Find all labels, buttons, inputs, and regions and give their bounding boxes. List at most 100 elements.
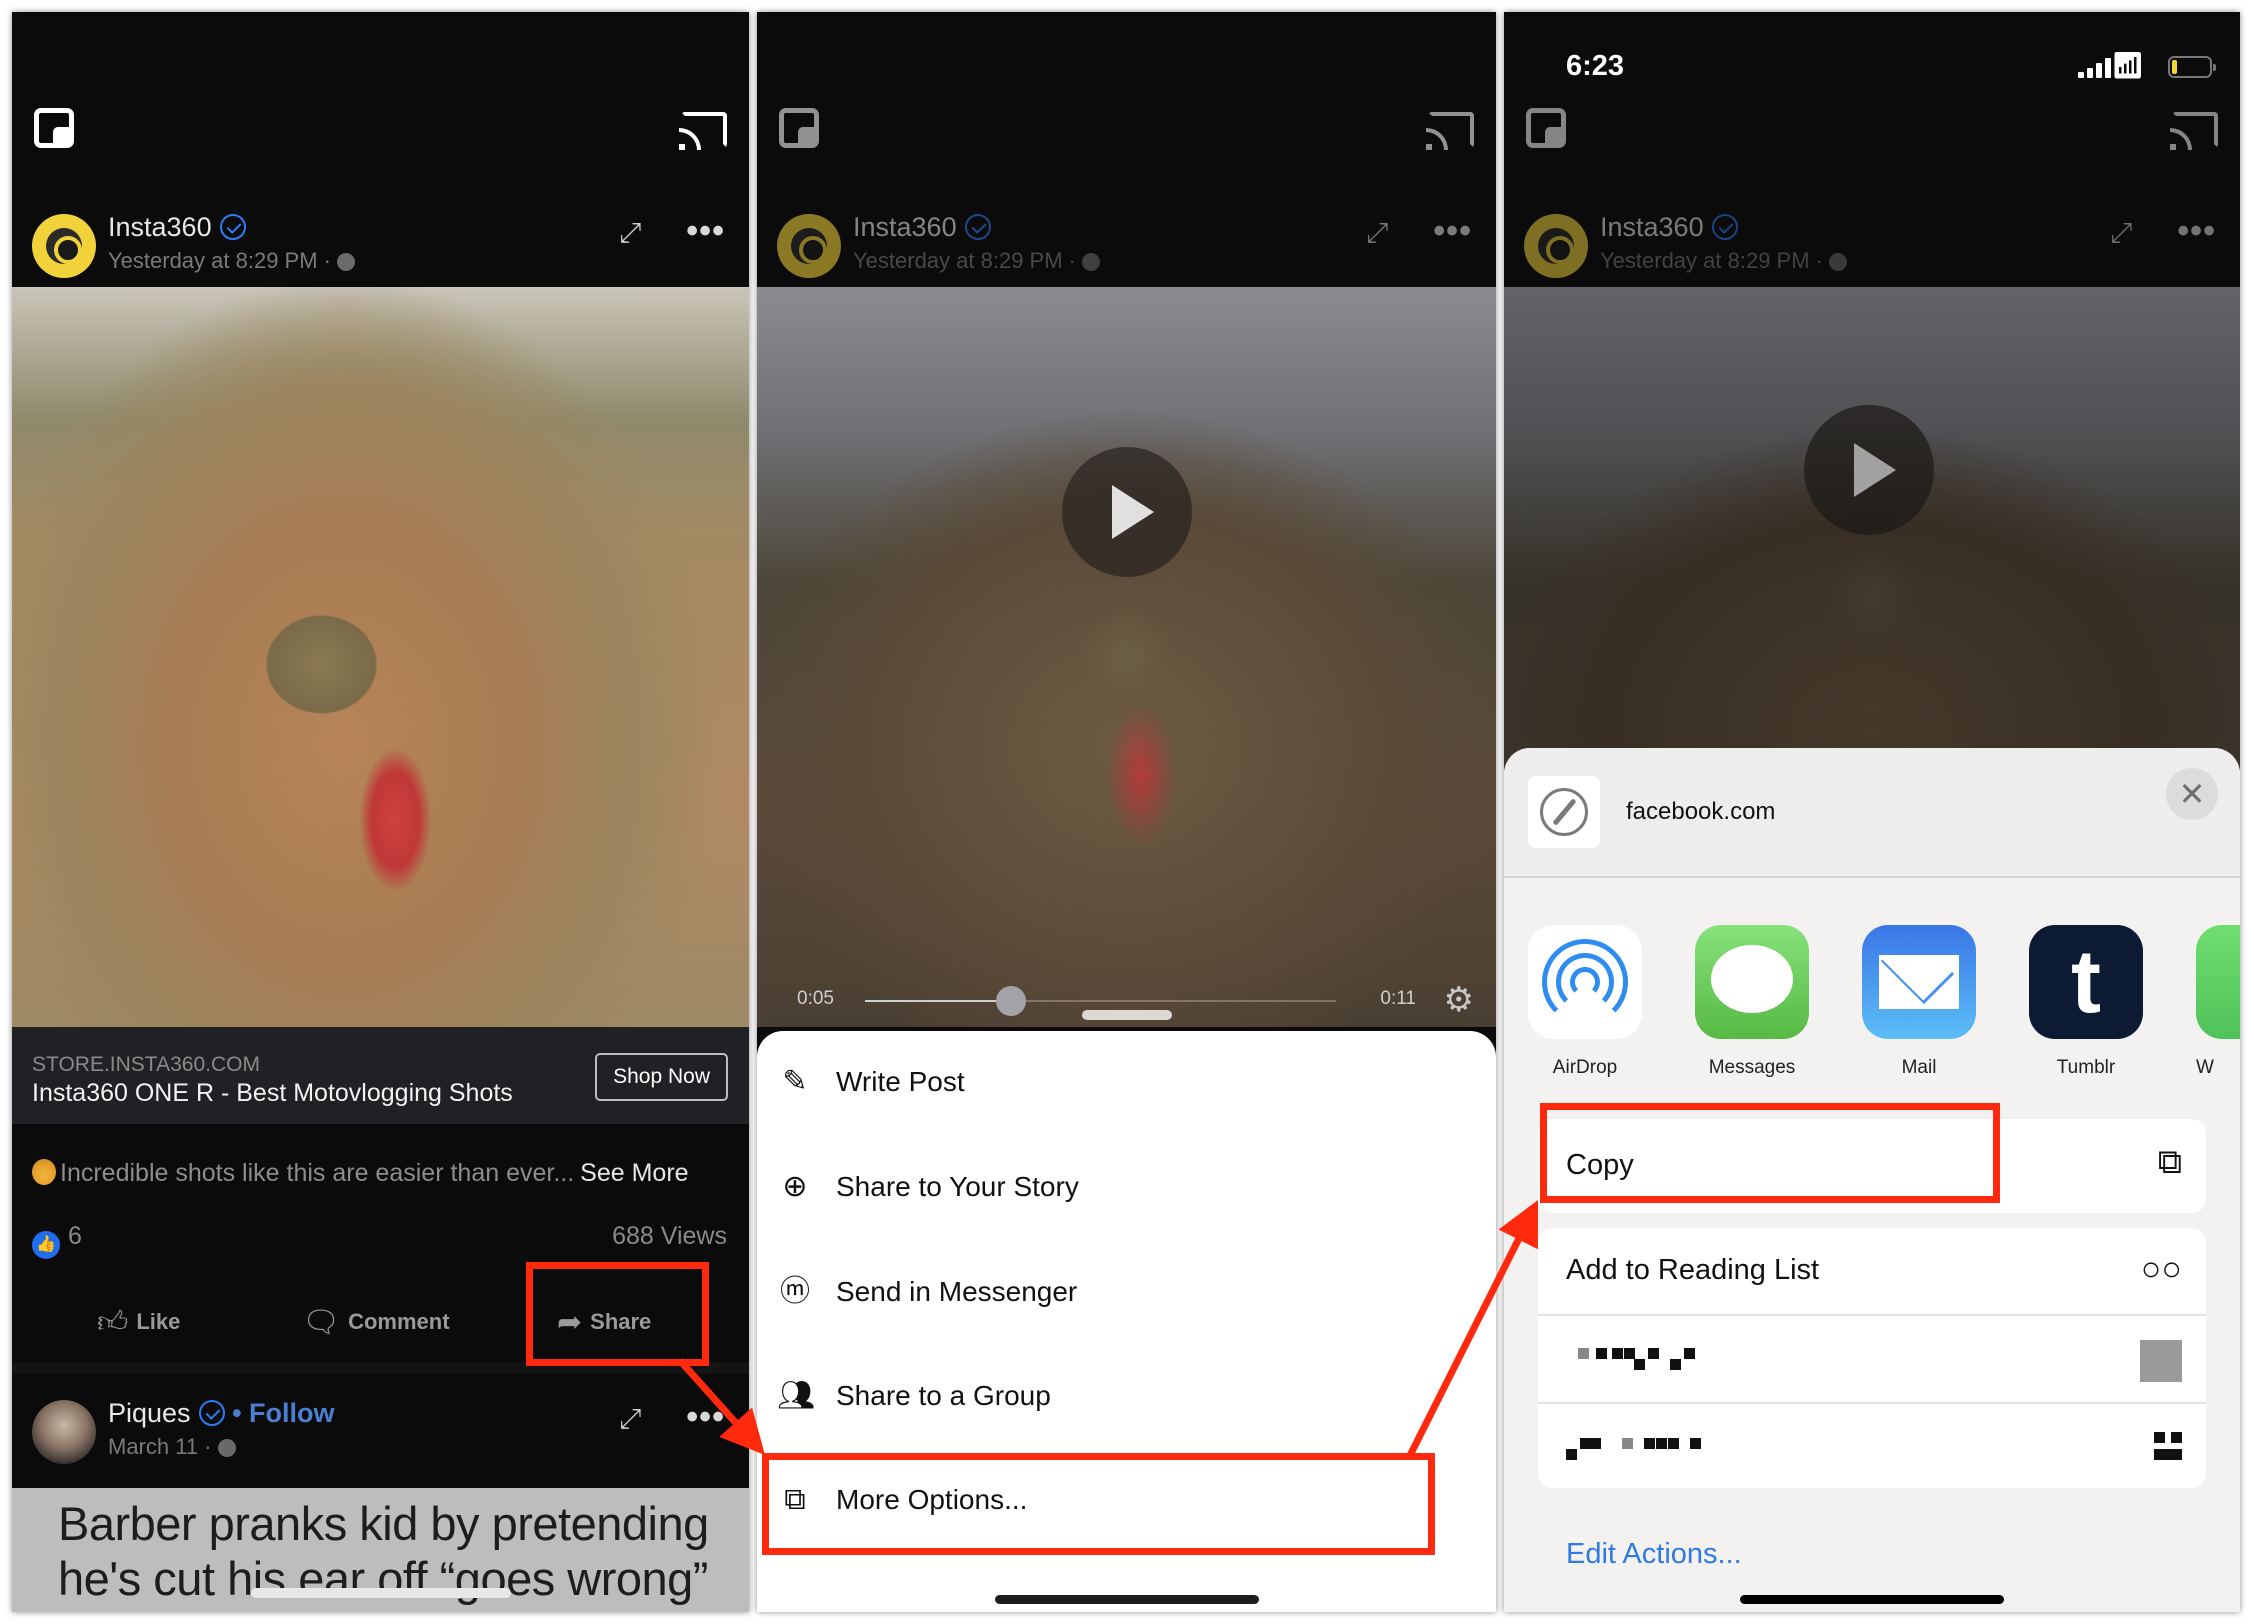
app-label: Messages bbox=[1708, 1057, 1796, 1078]
menu-item-share-to-story[interactable]: ⊕ Share to Your Story bbox=[757, 1151, 1496, 1221]
sheet-grabber[interactable] bbox=[1081, 1010, 1172, 1020]
post-author[interactable]: Insta360 bbox=[853, 212, 991, 243]
scrubber-handle[interactable] bbox=[996, 986, 1026, 1016]
wifi-icon: 📶︎ bbox=[2110, 50, 2144, 80]
globe-icon bbox=[336, 253, 355, 271]
picture-in-picture-icon[interactable] bbox=[779, 108, 819, 148]
more-horizontal-icon[interactable]: ••• bbox=[686, 212, 725, 251]
redacted-icon bbox=[2140, 1340, 2182, 1382]
menu-item-write-post[interactable]: ✎ Write Post bbox=[757, 1046, 1496, 1116]
safari-compass-icon bbox=[1540, 788, 1588, 836]
timestamp-text: Yesterday at 8:29 PM · bbox=[1600, 248, 1823, 273]
avatar[interactable] bbox=[1524, 214, 1588, 278]
redacted-label bbox=[1566, 1348, 1696, 1370]
menu-item-label: Share to a Group bbox=[836, 1380, 1051, 1411]
picture-in-picture-icon[interactable] bbox=[1526, 108, 1566, 148]
next-post-author-name[interactable]: Piques bbox=[108, 1398, 191, 1428]
post-author-name[interactable]: Insta360 bbox=[853, 212, 957, 242]
edit-actions-link[interactable]: Edit Actions... bbox=[1566, 1538, 1742, 1571]
post-author-name[interactable]: Insta360 bbox=[108, 212, 212, 242]
menu-item-label: Send in Messenger bbox=[836, 1276, 1078, 1307]
whatsapp-icon bbox=[2196, 925, 2240, 1039]
video-scrubber[interactable] bbox=[865, 986, 1336, 1016]
tumblr-icon: t bbox=[2029, 925, 2143, 1039]
next-post-author: Piques • Follow bbox=[108, 1398, 335, 1429]
share-app-airdrop[interactable]: AirDrop bbox=[1528, 925, 1642, 1079]
share-app-mail[interactable]: Mail bbox=[1862, 925, 1976, 1079]
play-button-icon[interactable] bbox=[1062, 447, 1192, 577]
post-author[interactable]: Insta360 bbox=[108, 212, 246, 243]
timestamp-text: Yesterday at 8:29 PM · bbox=[108, 248, 331, 273]
see-more-link[interactable]: See More bbox=[580, 1159, 688, 1187]
panel-ios-share-sheet: 6:23 📶︎ Insta360 Yesterday at 8:29 PM · … bbox=[1504, 12, 2240, 1612]
redacted-action-2[interactable] bbox=[1538, 1404, 2206, 1488]
comment-button[interactable]: 🗨︎ Comment bbox=[302, 1292, 450, 1352]
follow-link[interactable]: • Follow bbox=[232, 1398, 334, 1428]
like-label: Like bbox=[136, 1309, 181, 1334]
copy-documents-icon: ⧉ bbox=[2157, 1143, 2182, 1181]
timestamp-text: March 11 · bbox=[108, 1434, 212, 1459]
actions-card: Add to Reading List ○○ bbox=[1538, 1228, 2206, 1488]
verified-badge-icon bbox=[964, 214, 991, 240]
battery-level bbox=[2172, 60, 2178, 74]
avatar[interactable] bbox=[32, 1400, 96, 1464]
home-indicator[interactable] bbox=[994, 1595, 1259, 1604]
ad-domain: STORE.INSTA360.COM bbox=[32, 1053, 260, 1076]
comment-bubble-icon: 🗨︎ bbox=[302, 1306, 341, 1339]
messages-icon bbox=[1695, 925, 1809, 1039]
expand-icon[interactable]: ⤢ bbox=[1366, 218, 1396, 248]
picture-in-picture-icon[interactable] bbox=[34, 108, 74, 148]
thumbs-up-icon: 👍︎ bbox=[97, 1306, 129, 1339]
mail-icon bbox=[1862, 925, 1976, 1039]
remaining-time: 0:11 bbox=[1380, 988, 1416, 1009]
expand-icon[interactable]: ⤢ bbox=[619, 1404, 649, 1434]
close-button[interactable]: ✕ bbox=[2166, 768, 2218, 820]
like-button[interactable]: 👍︎ Like bbox=[97, 1292, 180, 1352]
verified-badge-icon bbox=[198, 1400, 225, 1426]
ad-link-bar[interactable]: STORE.INSTA360.COM Insta360 ONE R - Best… bbox=[12, 1027, 749, 1124]
app-label: Tumblr bbox=[2056, 1057, 2116, 1078]
annotation-highlight-copy bbox=[1540, 1103, 2000, 1203]
ad-title: Insta360 ONE R - Best Motovlogging Shots bbox=[32, 1079, 513, 1107]
home-indicator[interactable] bbox=[1740, 1595, 2004, 1604]
share-app-whatsapp[interactable]: W bbox=[2196, 925, 2240, 1079]
annotation-highlight-share bbox=[526, 1262, 709, 1366]
shop-now-button[interactable]: Shop Now bbox=[595, 1053, 728, 1101]
timestamp-text: Yesterday at 8:29 PM · bbox=[853, 248, 1076, 273]
post-author[interactable]: Insta360 bbox=[1600, 212, 1738, 243]
share-app-messages[interactable]: Messages bbox=[1695, 925, 1809, 1079]
globe-icon bbox=[217, 1439, 236, 1457]
cast-icon[interactable] bbox=[2170, 112, 2218, 150]
more-horizontal-icon[interactable]: ••• bbox=[1433, 212, 1472, 251]
video-player[interactable] bbox=[12, 287, 749, 1027]
cast-icon[interactable] bbox=[1426, 112, 1474, 150]
add-to-reading-list-action[interactable]: Add to Reading List ○○ bbox=[1538, 1228, 2206, 1314]
menu-item-share-to-group[interactable]: 👥︎ Share to a Group bbox=[757, 1360, 1496, 1430]
share-app-tumblr[interactable]: t Tumblr bbox=[2029, 925, 2143, 1079]
expand-icon[interactable]: ⤢ bbox=[619, 218, 649, 248]
share-apps-row: AirDrop Messages Mail t Tumblr W bbox=[1504, 925, 2240, 1078]
shared-site: facebook.com bbox=[1626, 798, 1776, 825]
elapsed-time: 0:05 bbox=[797, 988, 834, 1009]
more-horizontal-icon[interactable]: ••• bbox=[2177, 212, 2216, 251]
comment-label: Comment bbox=[348, 1309, 450, 1334]
messenger-icon: ⓜ bbox=[780, 1275, 810, 1308]
globe-icon bbox=[1081, 253, 1100, 271]
plus-circle-icon: ⊕ bbox=[782, 1170, 808, 1203]
home-indicator[interactable] bbox=[250, 1588, 511, 1598]
compose-icon: ✎ bbox=[782, 1065, 808, 1098]
video-player[interactable] bbox=[757, 287, 1496, 1027]
avatar[interactable] bbox=[777, 214, 841, 278]
cast-icon[interactable] bbox=[679, 112, 727, 150]
post-timestamp: Yesterday at 8:29 PM · bbox=[853, 248, 1100, 274]
view-count: 688 Views bbox=[612, 1222, 727, 1250]
expand-icon[interactable]: ⤢ bbox=[2110, 218, 2140, 248]
app-label: AirDrop bbox=[1552, 1057, 1618, 1078]
like-count-value: 6 bbox=[68, 1222, 82, 1250]
redacted-action-1[interactable] bbox=[1538, 1316, 2206, 1402]
menu-item-send-in-messenger[interactable]: ⓜ Send in Messenger bbox=[757, 1256, 1496, 1326]
like-count[interactable]: 👍 6 bbox=[32, 1222, 82, 1259]
post-author-name[interactable]: Insta360 bbox=[1600, 212, 1704, 242]
settings-gear-icon[interactable]: ⚙ bbox=[1444, 980, 1474, 1020]
avatar[interactable] bbox=[32, 214, 96, 278]
